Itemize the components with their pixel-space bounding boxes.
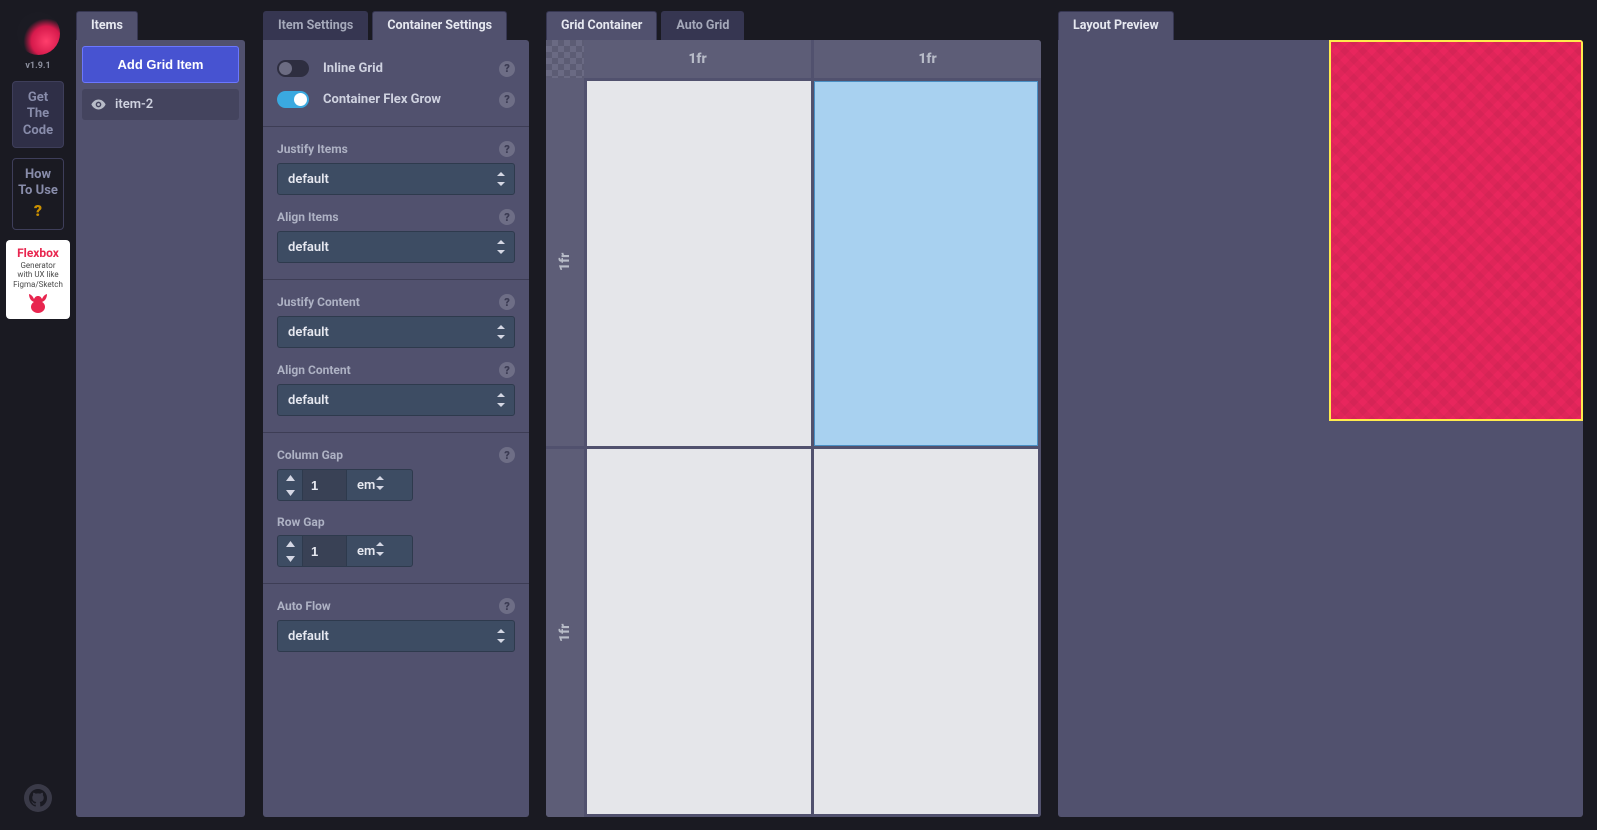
auto-flow-label: Auto Flow xyxy=(277,599,331,613)
row-header[interactable]: 1fr xyxy=(546,449,584,817)
version-label: v1.9.1 xyxy=(25,61,50,71)
column-gap-label: Column Gap xyxy=(277,448,343,462)
grid-corner[interactable] xyxy=(546,40,584,78)
chevron-updown-icon xyxy=(496,393,506,407)
help-icon[interactable]: ? xyxy=(499,362,515,378)
items-panel: Items Add Grid Item item-2 xyxy=(76,11,245,817)
chevron-updown-icon xyxy=(496,240,506,254)
inline-grid-toggle[interactable] xyxy=(277,60,309,77)
preview-grid xyxy=(1058,40,1583,817)
row-gap-increment[interactable] xyxy=(278,536,302,551)
column-header[interactable]: 1fr xyxy=(814,40,1041,78)
chevron-updown-icon xyxy=(496,629,506,643)
github-link[interactable] xyxy=(24,784,52,812)
app-logo xyxy=(17,12,60,55)
tab-grid-container[interactable]: Grid Container xyxy=(546,11,657,40)
justify-content-select[interactable]: default xyxy=(277,316,515,348)
container-flex-grow-toggle[interactable] xyxy=(277,91,309,108)
row-gap-stepper xyxy=(277,535,303,567)
tab-auto-grid[interactable]: Auto Grid xyxy=(661,11,744,40)
inline-grid-label: Inline Grid xyxy=(323,61,499,76)
add-grid-item-button[interactable]: Add Grid Item xyxy=(82,46,239,83)
row-gap-decrement[interactable] xyxy=(278,551,302,566)
column-gap-unit-select[interactable]: em xyxy=(347,469,413,501)
justify-content-label: Justify Content xyxy=(277,295,360,309)
chevron-updown-icon xyxy=(496,325,506,339)
auto-flow-select[interactable]: default xyxy=(277,620,515,652)
row-header[interactable]: 1fr xyxy=(546,78,584,446)
flexbox-subtitle: Generator with UX like Figma/Sketch xyxy=(10,261,66,289)
preview-item[interactable] xyxy=(1329,40,1584,421)
how-to-use-button[interactable]: How To Use ? xyxy=(12,158,64,231)
settings-panel: Item Settings Container Settings Inline … xyxy=(263,11,529,817)
item-label: item-2 xyxy=(115,97,153,112)
github-icon xyxy=(29,789,47,807)
flexbox-generator-link[interactable]: Flexbox Generator with UX like Figma/Ske… xyxy=(6,240,70,319)
align-items-select[interactable]: default xyxy=(277,231,515,263)
container-flex-grow-label: Container Flex Grow xyxy=(323,92,499,107)
help-icon[interactable]: ? xyxy=(499,61,515,77)
row-gap-unit-select[interactable]: em xyxy=(347,535,413,567)
grid-container-panel: Grid Container Auto Grid 1fr 1fr 1fr 1fr xyxy=(546,11,1041,817)
help-icon[interactable]: ? xyxy=(499,598,515,614)
help-icon[interactable]: ? xyxy=(499,209,515,225)
left-rail: v1.9.1 Get The Code How To Use ? Flexbox… xyxy=(0,0,76,830)
tab-items[interactable]: Items xyxy=(76,11,138,40)
column-gap-input[interactable] xyxy=(303,469,347,501)
column-header[interactable]: 1fr xyxy=(584,40,811,78)
grid-cell[interactable] xyxy=(814,449,1038,814)
column-gap-decrement[interactable] xyxy=(278,485,302,500)
align-content-select[interactable]: default xyxy=(277,384,515,416)
column-gap-stepper xyxy=(277,469,303,501)
align-items-label: Align Items xyxy=(277,210,339,224)
list-item[interactable]: item-2 xyxy=(82,89,239,120)
chevron-updown-icon xyxy=(375,542,385,560)
get-the-code-button[interactable]: Get The Code xyxy=(12,81,64,148)
column-gap-increment[interactable] xyxy=(278,470,302,485)
row-gap-input[interactable] xyxy=(303,535,347,567)
row-gap-label: Row Gap xyxy=(277,515,325,529)
grid-cell[interactable] xyxy=(587,81,811,446)
visibility-icon[interactable] xyxy=(90,96,107,113)
justify-items-label: Justify Items xyxy=(277,142,348,156)
flexbox-title: Flexbox xyxy=(10,246,66,260)
chevron-updown-icon xyxy=(496,172,506,186)
bull-icon xyxy=(26,292,50,314)
tab-container-settings[interactable]: Container Settings xyxy=(372,11,507,40)
grid-area xyxy=(584,78,1041,817)
chevron-updown-icon xyxy=(375,476,385,494)
grid-item-placed[interactable] xyxy=(814,81,1038,446)
layout-preview-panel: Layout Preview xyxy=(1058,11,1583,817)
grid-cell[interactable] xyxy=(587,449,811,814)
tab-layout-preview[interactable]: Layout Preview xyxy=(1058,11,1174,40)
help-icon[interactable]: ? xyxy=(499,447,515,463)
help-icon: ? xyxy=(17,201,59,221)
help-icon[interactable]: ? xyxy=(499,141,515,157)
help-icon[interactable]: ? xyxy=(499,294,515,310)
how-to-use-label: How To Use xyxy=(18,167,58,198)
tab-item-settings[interactable]: Item Settings xyxy=(263,11,368,40)
align-content-label: Align Content xyxy=(277,363,351,377)
justify-items-select[interactable]: default xyxy=(277,163,515,195)
help-icon[interactable]: ? xyxy=(499,92,515,108)
